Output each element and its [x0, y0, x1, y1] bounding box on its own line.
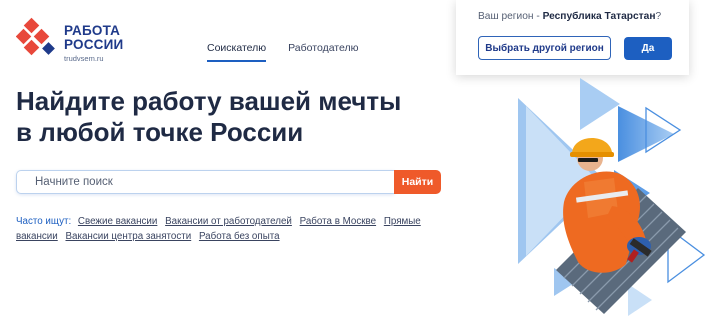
site-logo[interactable]: РАБОТА РОССИИ trudvsem.ru — [16, 16, 123, 63]
region-question: Ваш регион - Республика Татарстан? — [478, 11, 661, 22]
region-name: Республика Татарстан — [542, 11, 656, 22]
headline-line1: Найдите работу вашей мечты — [16, 86, 402, 116]
confirm-region-button[interactable]: Да — [624, 37, 672, 60]
region-suffix: ? — [655, 11, 662, 22]
logo-url: trudvsem.ru — [64, 54, 104, 63]
change-region-button[interactable]: Выбрать другой регион — [478, 36, 611, 60]
region-confirm-popup: Ваш регион - Республика Татарстан? Выбра… — [456, 0, 689, 75]
popular-link-fresh-vacancies[interactable]: Свежие вакансии — [78, 216, 157, 227]
tab-job-seekers[interactable]: Соискателю — [207, 42, 267, 62]
popular-link-moscow-jobs[interactable]: Работа в Москве — [300, 216, 376, 227]
hero-worker-illustration — [518, 78, 706, 316]
page-headline: Найдите работу вашей мечты в любой точке… — [16, 86, 476, 148]
logo-title-line2: РОССИИ — [64, 37, 124, 52]
logo-title-line1: РАБОТА — [64, 23, 121, 38]
search-input[interactable] — [16, 170, 394, 194]
audience-tabs: Соискателю Работодателю — [207, 42, 359, 62]
region-prefix: Ваш регион - — [478, 11, 543, 22]
popular-searches: Часто ищут: Свежие вакансии Вакансии от … — [16, 214, 446, 244]
search-button[interactable]: Найти — [394, 170, 441, 194]
popular-link-no-experience[interactable]: Работа без опыта — [199, 231, 280, 242]
search-bar: Найти — [16, 170, 441, 194]
popular-searches-label: Часто ищут: — [16, 216, 72, 227]
headline-line2: в любой точке России — [16, 117, 304, 147]
popular-link-employment-center[interactable]: Вакансии центра занятости — [65, 231, 191, 242]
tab-employers[interactable]: Работодателю — [288, 42, 358, 62]
logo-mark-icon — [16, 17, 55, 56]
popular-link-employer-vacancies[interactable]: Вакансии от работодателей — [165, 216, 292, 227]
